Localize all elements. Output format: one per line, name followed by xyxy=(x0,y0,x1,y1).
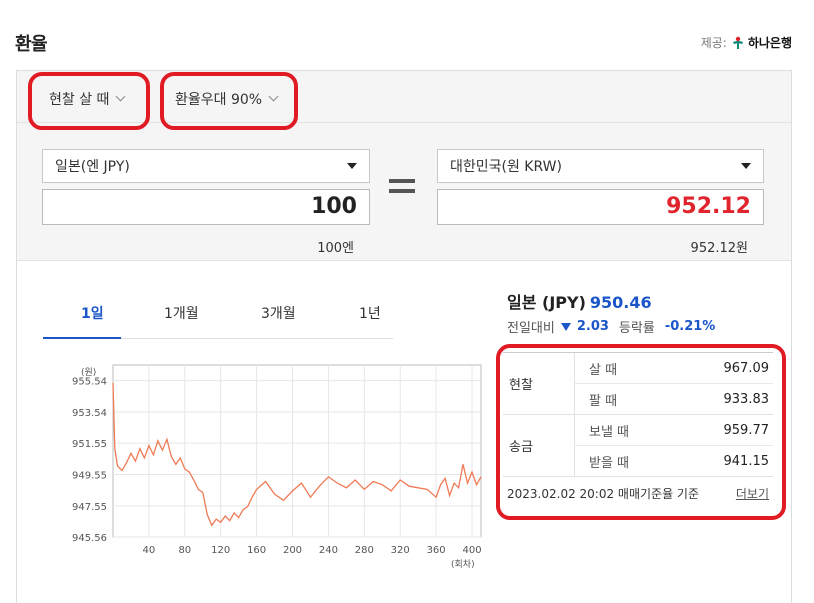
x-tick-label: 280 xyxy=(355,545,374,556)
x-tick-label: 160 xyxy=(247,545,266,556)
pct-value: -0.21% xyxy=(664,319,716,334)
from-currency-select[interactable]: 일본(엔 JPY) xyxy=(42,149,370,183)
page-title: 환율 xyxy=(15,34,48,55)
x-tick-label: 40 xyxy=(143,545,156,556)
caret-down-icon xyxy=(741,163,751,169)
to-currency-select[interactable]: 대한민국(원 KRW) xyxy=(437,149,764,183)
y-tick-label: 949.55 xyxy=(72,470,107,481)
exchange-panel: 현찰 살 때 환율우대 90% 일본(엔 JPY) 100 100엔 대한민국(… xyxy=(16,70,792,603)
current-rate: 950.46 xyxy=(589,293,652,312)
active-tab-underline xyxy=(43,337,121,339)
to-amount-input[interactable]: 952.12 xyxy=(437,189,764,225)
from-currency-label: 일본(엔 JPY) xyxy=(55,159,130,175)
tab-1-day[interactable]: 1일 xyxy=(81,303,104,323)
plot-area xyxy=(112,364,482,538)
y-tick-label: 947.55 xyxy=(72,502,107,513)
x-tick-label: 200 xyxy=(283,545,302,556)
period-tabs: 1일 1개월 3개월 1년 xyxy=(43,293,393,339)
x-tick-label: 320 xyxy=(391,545,410,556)
x-tick-label: 360 xyxy=(427,545,446,556)
highlight-rates-table xyxy=(496,344,786,520)
from-amount-text: 100엔 xyxy=(317,241,354,256)
tab-1-year[interactable]: 1년 xyxy=(359,303,381,323)
highlight-preferential xyxy=(160,72,298,130)
highlight-rate-type xyxy=(28,72,150,130)
y-tick-label: 953.54 xyxy=(72,408,107,419)
y-tick-label: 955.54 xyxy=(72,377,107,388)
x-tick-label: 80 xyxy=(178,545,191,556)
hana-logo-icon xyxy=(732,36,743,49)
y-axis-label: (원) xyxy=(81,367,96,378)
x-tick-label: 120 xyxy=(211,545,230,556)
equals-icon xyxy=(389,179,415,199)
provider-label: 제공: xyxy=(700,36,727,50)
down-arrow-icon xyxy=(560,322,571,331)
caret-down-icon xyxy=(347,163,357,169)
change-label: 전일대비 xyxy=(507,321,555,336)
to-amount-text: 952.12원 xyxy=(690,241,748,256)
to-currency-label: 대한민국(원 KRW) xyxy=(450,159,562,175)
from-amount-input[interactable]: 100 xyxy=(42,189,370,225)
provider-credit: 제공: 하나은행 xyxy=(701,34,792,51)
currency-name: 일본 (JPY) xyxy=(507,293,586,312)
x-tick-label: 400 xyxy=(462,545,481,556)
hana-bank-logo[interactable]: 하나은행 xyxy=(731,34,792,51)
y-tick-label: 945.56 xyxy=(72,533,107,544)
change-summary: 전일대비 2.03 등락률 -0.21% xyxy=(507,317,715,336)
exchange-rate-chart: 955.54 953.54 951.55 949.55 947.55 945.56 40 80… xyxy=(72,364,482,570)
tab-1-month[interactable]: 1개월 xyxy=(164,303,199,323)
provider-name: 하나은행 xyxy=(747,36,792,50)
tab-3-months[interactable]: 3개월 xyxy=(261,303,296,323)
x-axis-label: (회차) xyxy=(451,558,475,570)
change-value: 2.03 xyxy=(576,319,609,334)
y-tick-label: 951.55 xyxy=(72,439,107,450)
x-tick-label: 240 xyxy=(319,545,338,556)
pct-label: 등락률 xyxy=(618,321,655,336)
currency-summary: 일본 (JPY) 950.46 xyxy=(507,289,652,313)
